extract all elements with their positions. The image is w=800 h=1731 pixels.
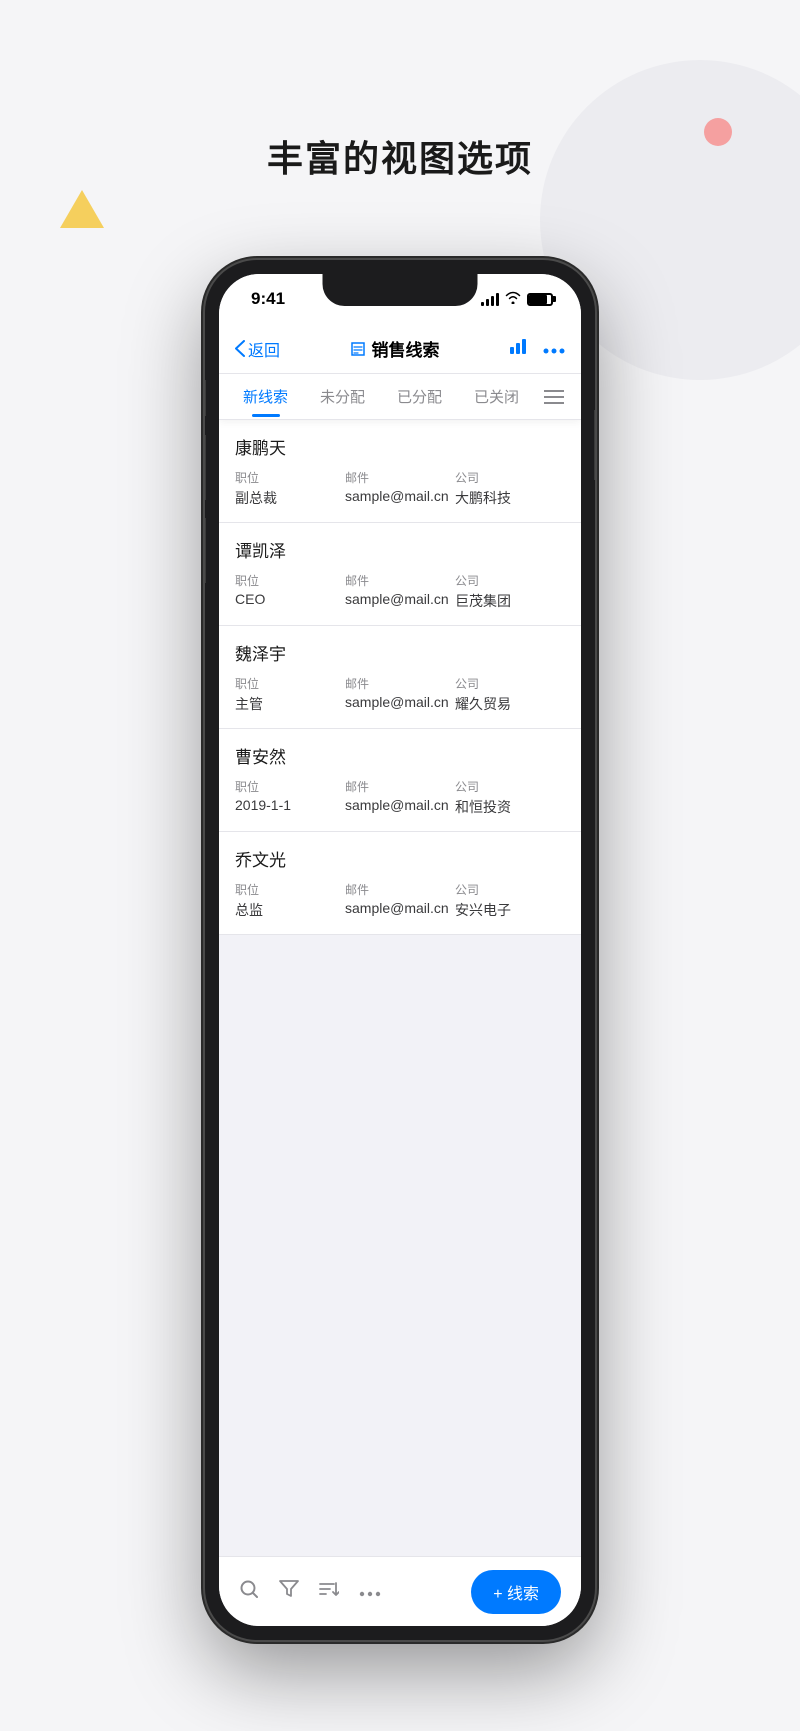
mute-button — [205, 380, 206, 416]
bottom-toolbar: + 线索 — [219, 1556, 581, 1626]
list-item[interactable]: 谭凯泽 职位 CEO 邮件 sample@mail.cn 公司 巨茂集团 — [219, 523, 581, 626]
status-icons — [481, 291, 553, 307]
contact-name: 乔文光 — [235, 846, 565, 871]
more-button[interactable] — [543, 338, 565, 359]
nav-bar: 返回 销售线索 — [219, 324, 581, 374]
chart-icon-button[interactable] — [509, 337, 529, 360]
tab-menu-button[interactable] — [535, 390, 573, 404]
contact-fields: 职位 CEO 邮件 sample@mail.cn 公司 巨茂集团 — [235, 572, 565, 611]
bg-triangle-decoration — [60, 190, 104, 228]
contact-name: 康鹏天 — [235, 434, 565, 459]
battery-icon — [527, 293, 553, 306]
volume-down-button — [205, 518, 206, 583]
more-options-icon[interactable] — [359, 1580, 381, 1603]
notch — [323, 274, 478, 306]
contact-fields: 职位 总监 邮件 sample@mail.cn 公司 安兴电子 — [235, 881, 565, 920]
contact-name: 谭凯泽 — [235, 537, 565, 562]
list-item[interactable]: 康鹏天 职位 副总裁 邮件 sample@mail.cn 公司 大鹏科技 — [219, 420, 581, 523]
tab-new-leads[interactable]: 新线索 — [227, 376, 304, 417]
contact-name: 曹安然 — [235, 743, 565, 768]
signal-icon — [481, 292, 499, 306]
contact-fields: 职位 主管 邮件 sample@mail.cn 公司 耀久贸易 — [235, 675, 565, 714]
page-title: 丰富的视图选项 — [0, 130, 800, 182]
tab-assigned[interactable]: 已分配 — [381, 376, 458, 417]
nav-back-label: 返回 — [248, 337, 280, 361]
list-item[interactable]: 魏泽宇 职位 主管 邮件 sample@mail.cn 公司 耀久贸易 — [219, 626, 581, 729]
phone-frame: 9:41 — [205, 260, 595, 1640]
nav-actions — [509, 337, 565, 360]
wifi-icon — [505, 291, 521, 307]
filter-icon[interactable] — [279, 1580, 299, 1604]
nav-title: 销售线索 — [350, 336, 440, 361]
sort-icon[interactable] — [319, 1580, 339, 1604]
search-icon[interactable] — [239, 1579, 259, 1605]
contact-fields: 职位 副总裁 邮件 sample@mail.cn 公司 大鹏科技 — [235, 469, 565, 508]
contact-fields: 职位 2019-1-1 邮件 sample@mail.cn 公司 和恒投资 — [235, 778, 565, 817]
tabs-bar: 新线索 未分配 已分配 已关闭 — [219, 374, 581, 420]
phone-screen: 9:41 — [219, 274, 581, 1626]
contact-name: 魏泽宇 — [235, 640, 565, 665]
nav-back-button[interactable]: 返回 — [235, 337, 280, 361]
tab-unassigned[interactable]: 未分配 — [304, 376, 381, 417]
status-time: 9:41 — [251, 289, 285, 309]
power-button — [594, 410, 595, 480]
contacts-list: 康鹏天 职位 副总裁 邮件 sample@mail.cn 公司 大鹏科技 — [219, 420, 581, 1556]
add-lead-button[interactable]: + 线索 — [471, 1570, 561, 1614]
tab-closed[interactable]: 已关闭 — [458, 376, 535, 417]
volume-up-button — [205, 435, 206, 500]
list-item[interactable]: 乔文光 职位 总监 邮件 sample@mail.cn 公司 安兴电子 — [219, 832, 581, 935]
list-item[interactable]: 曹安然 职位 2019-1-1 邮件 sample@mail.cn 公司 和恒投… — [219, 729, 581, 832]
